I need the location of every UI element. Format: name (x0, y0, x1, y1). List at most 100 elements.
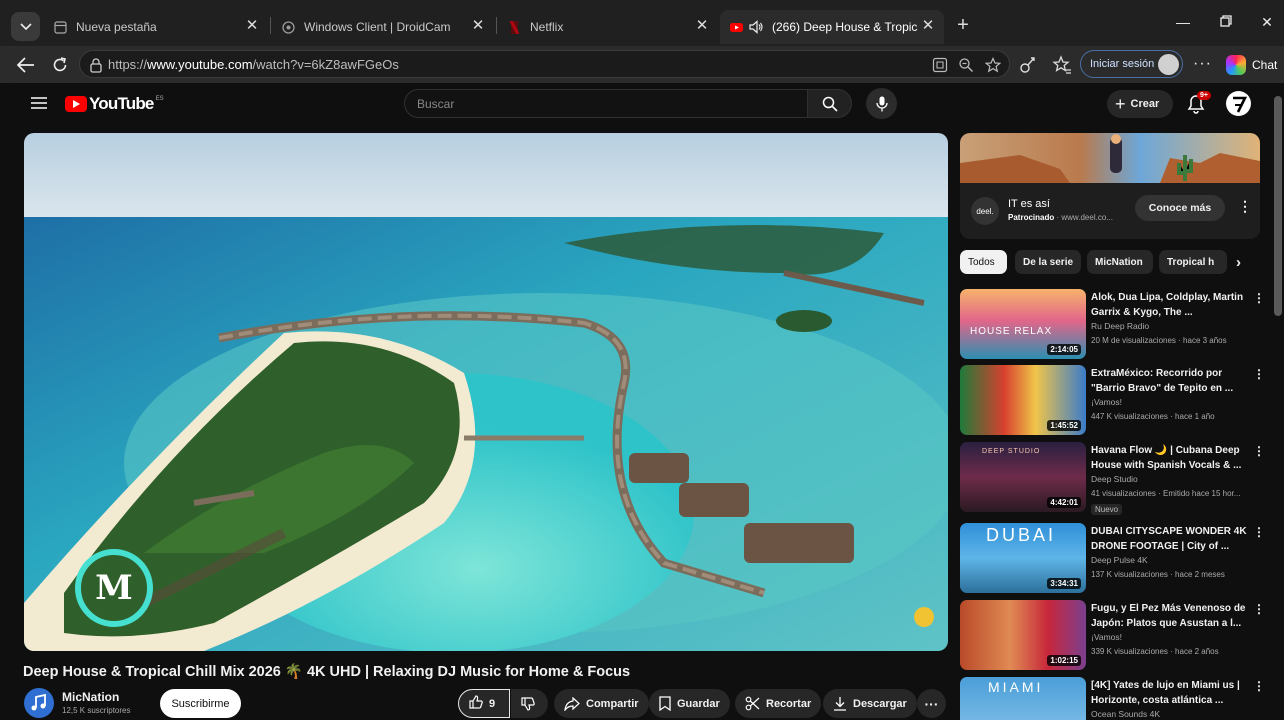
channel-name: Ru Deep Radio (1091, 321, 1150, 331)
close-icon[interactable]: ✕ (244, 18, 260, 34)
video-title: Fugu, y El Pez Más Venenoso de Japón: Pl… (1091, 603, 1246, 629)
chat-label: Chat (1252, 58, 1278, 72)
voice-search-button[interactable] (866, 88, 897, 119)
dislike-button[interactable] (511, 689, 548, 718)
video-meta: 339 K visualizaciones · hace 2 años (1091, 647, 1219, 656)
video-thumbnail[interactable]: HOUSE RELAX 2:14:05 (960, 289, 1086, 359)
tab-actions-menu-button[interactable] (11, 12, 40, 41)
extensions-icon[interactable] (1018, 55, 1038, 75)
close-window-button[interactable]: ✕ (1252, 14, 1282, 31)
back-button[interactable] (14, 53, 38, 77)
like-button[interactable]: 9 (458, 689, 510, 718)
video-thumbnail[interactable]: 1:02:15 (960, 600, 1086, 670)
download-button[interactable]: Descargar (823, 689, 917, 718)
create-button[interactable]: + Crear (1107, 90, 1173, 118)
recommendation-item[interactable]: 1:02:15 Fugu, y El Pez Más Venenoso de J… (960, 600, 1265, 670)
video-thumbnail[interactable]: 1:45:52 (960, 365, 1086, 435)
clip-label: Recortar (766, 697, 812, 710)
favorite-star-icon[interactable] (985, 57, 1001, 73)
chip-micnation[interactable]: MicNation (1087, 250, 1153, 274)
channel-name: Deep Pulse 4K (1091, 555, 1148, 565)
favorites-icon[interactable] (1052, 55, 1072, 75)
recommendation-item[interactable]: DUBAI 3:34:31 DUBAI CITYSCAPE WONDER 4K … (960, 523, 1265, 593)
more-icon[interactable]: ⋮ (1253, 525, 1265, 539)
chip-de-la-serie[interactable]: De la serie (1015, 250, 1081, 274)
lock-icon[interactable] (88, 57, 104, 73)
search-button[interactable] (807, 89, 852, 118)
channel-subscribers: 12,5 K suscriptores (62, 706, 131, 715)
more-actions-button[interactable]: ··· (917, 689, 946, 718)
search-input[interactable]: Buscar (404, 89, 808, 118)
speaker-icon[interactable] (749, 20, 764, 34)
tab-netflix[interactable]: Netflix ✕ (498, 10, 718, 44)
chip-todos[interactable]: Todos (960, 250, 1007, 274)
video-duration: 1:45:52 (1047, 420, 1081, 431)
tab-label: Nueva pestaña (76, 20, 157, 34)
reload-button[interactable] (48, 53, 72, 77)
video-player[interactable]: M (24, 133, 948, 651)
minimize-button[interactable]: — (1168, 14, 1198, 30)
channel-name: ¡Vamos! (1091, 632, 1123, 642)
thumbs-down-icon (521, 696, 535, 711)
channel-avatar[interactable] (24, 688, 54, 718)
video-thumbnail[interactable]: MIAMI (960, 677, 1086, 720)
recommendation-item[interactable]: 1:45:52 ExtraMéxico: Recorrido por "Barr… (960, 365, 1265, 435)
video-title: Havana Flow 🌙 | Cubana Deep House with S… (1091, 445, 1242, 471)
save-label: Guardar (677, 697, 720, 710)
subscribe-button[interactable]: Suscribirme (160, 689, 241, 718)
logo-country: ES (155, 96, 164, 102)
page-scrollbar[interactable] (1274, 96, 1282, 316)
sponsored-ad[interactable]: deel. IT es así Patrocinado · www.deel.c… (960, 133, 1260, 239)
youtube-logo[interactable]: YouTube ES (65, 94, 164, 114)
video-title: [4K] Yates de lujo en Miami us | Horizon… (1091, 680, 1240, 706)
signin-label: Iniciar sesión (1090, 58, 1155, 70)
more-icon[interactable]: ⋮ (1253, 444, 1265, 458)
more-options-icon[interactable]: ··· (1193, 55, 1212, 73)
more-icon[interactable]: ⋮ (1253, 367, 1265, 381)
ad-more-icon[interactable]: ⋮ (1238, 198, 1252, 215)
thumbnail-text: MIAMI (988, 679, 1044, 695)
signin-button[interactable]: Iniciar sesión (1080, 50, 1183, 78)
app-available-icon[interactable] (932, 57, 948, 73)
video-frame-island-resort: M (24, 133, 948, 651)
tab-label: Windows Client | DroidCam (304, 20, 451, 34)
channel-name[interactable]: MicNation (62, 690, 119, 704)
zoom-icon[interactable] (958, 57, 974, 73)
share-button[interactable]: Compartir (554, 689, 649, 718)
page-icon (54, 20, 67, 34)
menu-icon[interactable] (31, 97, 47, 109)
filter-chips: Todos De la serie MicNation Tropical h (960, 250, 1260, 274)
create-label: Crear (1130, 98, 1160, 110)
save-button[interactable]: Guardar (649, 689, 730, 718)
video-thumbnail[interactable]: DUBAI 3:34:31 (960, 523, 1086, 593)
recommendation-item[interactable]: DEEP STUDIO 4:42:01 Havana Flow 🌙 | Cuba… (960, 442, 1265, 515)
notification-badge: 9+ (1197, 91, 1211, 100)
chip-tropical[interactable]: Tropical h (1159, 250, 1227, 274)
user-avatar[interactable] (1226, 91, 1251, 116)
share-icon (564, 696, 580, 711)
tab-new-tab[interactable]: Nueva pestaña ✕ (44, 10, 268, 44)
close-icon[interactable]: ✕ (920, 18, 936, 34)
recommendation-item[interactable]: HOUSE RELAX 2:14:05 Alok, Dua Lipa, Cold… (960, 289, 1265, 359)
close-icon[interactable]: ✕ (470, 18, 486, 34)
tab-youtube-active[interactable]: (266) Deep House & Tropical C ✕ (720, 10, 944, 44)
ad-cta-button[interactable]: Conoce más (1135, 195, 1225, 221)
chevron-right-icon[interactable]: › (1236, 254, 1241, 271)
tab-droidcam[interactable]: Windows Client | DroidCam ✕ (272, 10, 494, 44)
more-icon[interactable]: ⋮ (1253, 602, 1265, 616)
more-icon[interactable]: ⋮ (1253, 679, 1265, 693)
new-tab-button[interactable]: + (953, 14, 973, 37)
ad-title: IT es así (1008, 198, 1050, 210)
copilot-chat-button[interactable]: Chat (1226, 55, 1277, 75)
clip-button[interactable]: Recortar (735, 689, 822, 718)
share-label: Compartir (586, 697, 639, 710)
download-icon (834, 697, 846, 711)
restore-button[interactable] (1211, 14, 1241, 30)
restore-icon (1220, 15, 1232, 27)
address-bar[interactable]: https://www.youtube.com/watch?v=6kZ8awFG… (79, 50, 1010, 78)
video-thumbnail[interactable]: DEEP STUDIO 4:42:01 (960, 442, 1086, 512)
youtube-play-icon (65, 96, 87, 112)
more-icon[interactable]: ⋮ (1253, 291, 1265, 305)
close-icon[interactable]: ✕ (694, 18, 710, 34)
recommendation-item[interactable]: MIAMI [4K] Yates de lujo en Miami us | H… (960, 677, 1265, 720)
